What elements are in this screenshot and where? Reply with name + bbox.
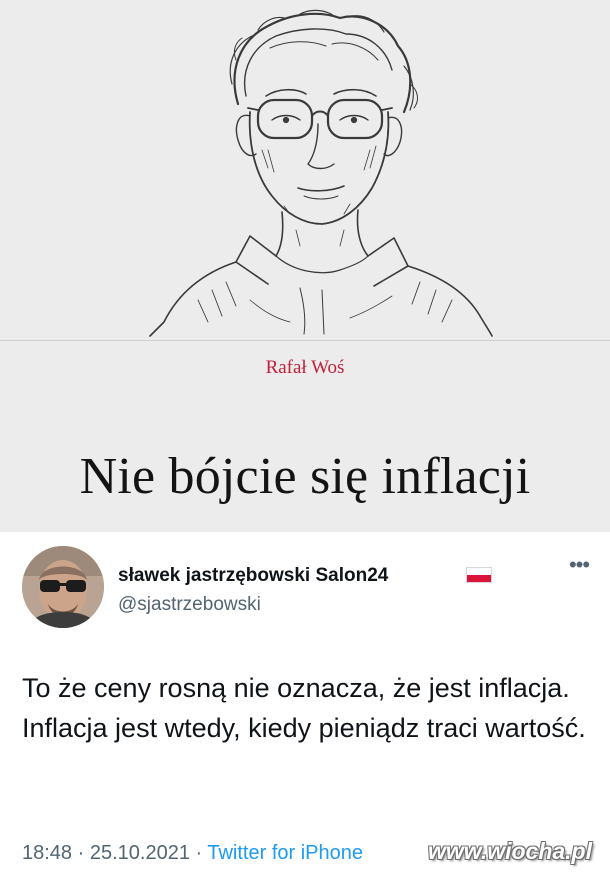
tweet-card: sławek jastrzębowski Salon24 ••• @sjastr… bbox=[0, 532, 610, 878]
meta-separator: · bbox=[189, 842, 208, 864]
tweet-date[interactable]: 25.10.2021 bbox=[90, 842, 190, 864]
more-options-icon[interactable]: ••• bbox=[566, 554, 592, 576]
divider bbox=[0, 340, 610, 341]
user-handle[interactable]: @sjastrzebowski bbox=[118, 594, 261, 616]
site-watermark: www.wiocha.pl bbox=[428, 838, 592, 864]
avatar-photo bbox=[22, 546, 104, 628]
poland-flag-icon bbox=[466, 567, 492, 583]
tweet-time[interactable]: 18:48 bbox=[22, 842, 72, 864]
meta-separator: · bbox=[72, 842, 90, 864]
tweet-source-link[interactable]: Twitter for iPhone bbox=[207, 842, 363, 864]
tweet-text: To że ceny rosną nie oznacza, że jest in… bbox=[22, 673, 586, 743]
article-headline[interactable]: Nie bójcie się inflacji bbox=[0, 447, 610, 507]
display-name[interactable]: sławek jastrzębowski Salon24 bbox=[118, 565, 388, 587]
tweet-meta: 18:48 · 25.10.2021 · Twitter for iPhone bbox=[22, 842, 363, 865]
article-card[interactable]: Rafał Woś Nie bójcie się inflacji bbox=[0, 0, 610, 532]
author-portrait-sketch bbox=[149, 9, 493, 337]
avatar[interactable] bbox=[22, 546, 104, 628]
author-name[interactable]: Rafał Woś bbox=[0, 357, 610, 379]
